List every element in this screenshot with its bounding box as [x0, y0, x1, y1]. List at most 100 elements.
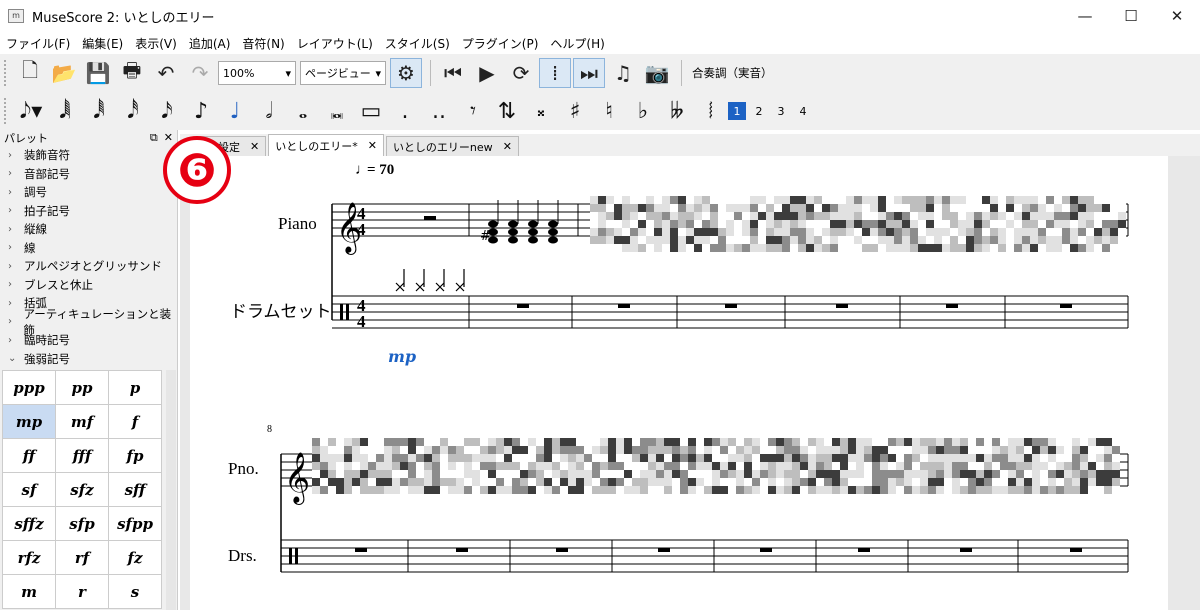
- palette-scrollbar[interactable]: [166, 370, 176, 610]
- print-icon[interactable]: 🖶: [116, 58, 148, 88]
- close-button[interactable]: ✕: [1154, 0, 1200, 32]
- note-input-mode-icon[interactable]: 𝅘𝅥𝅮▾: [14, 96, 48, 126]
- close-icon[interactable]: ✕: [503, 140, 512, 153]
- double-dot-icon[interactable]: ..: [422, 96, 456, 126]
- midi-input-icon[interactable]: ⚙: [390, 58, 422, 88]
- dynamic-cell[interactable]: fff: [56, 439, 109, 473]
- dynamic-cell[interactable]: ff: [3, 439, 56, 473]
- rewind-icon[interactable]: ⏮: [437, 58, 469, 88]
- note-16th-icon[interactable]: 𝅘𝅥𝅯: [150, 96, 184, 126]
- note-longa-icon[interactable]: ▭: [354, 96, 388, 126]
- menu-layout[interactable]: レイアウト(L): [291, 35, 379, 52]
- sharp-icon[interactable]: ♯: [558, 96, 592, 126]
- score-canvas[interactable]: ♩ = 70 Piano 𝄞 4 4 # ドラムセット 4 4 mp 8 Pno…: [180, 156, 1200, 610]
- loop-icon[interactable]: ⟳: [505, 58, 537, 88]
- close-icon[interactable]: ✕: [164, 131, 173, 144]
- palette-category[interactable]: › 装飾音符: [8, 146, 177, 165]
- play-icon[interactable]: ▶: [471, 58, 503, 88]
- dynamic-cell[interactable]: r: [56, 575, 109, 609]
- note-half-icon[interactable]: 𝅗𝅥: [252, 96, 286, 126]
- menu-view[interactable]: 表示(V): [129, 35, 183, 52]
- close-icon[interactable]: ✕: [368, 139, 377, 152]
- instrument-name-piano-short[interactable]: Pno.: [228, 459, 259, 478]
- dynamic-cell[interactable]: s: [109, 575, 162, 609]
- hihat-notes[interactable]: [395, 269, 465, 292]
- dynamic-marking[interactable]: mp: [388, 347, 416, 366]
- dynamic-cell[interactable]: m: [3, 575, 56, 609]
- open-folder-icon[interactable]: 📂: [48, 58, 80, 88]
- dynamic-cell[interactable]: ppp: [3, 371, 56, 405]
- palette-category[interactable]: › 縦線: [8, 220, 177, 239]
- rest-icon[interactable]: 𝄾: [456, 96, 490, 126]
- palette-category[interactable]: › 線: [8, 239, 177, 258]
- note-64th-icon[interactable]: 𝅘𝅥𝅱: [82, 96, 116, 126]
- dynamic-cell[interactable]: sfz: [56, 473, 109, 507]
- dynamic-cell[interactable]: sff: [109, 473, 162, 507]
- dynamic-cell[interactable]: sfpp: [109, 507, 162, 541]
- dynamic-cell[interactable]: p: [109, 371, 162, 405]
- dynamic-cell[interactable]: sf: [3, 473, 56, 507]
- palette-category[interactable]: › 調号: [8, 183, 177, 202]
- menu-notes[interactable]: 音符(N): [236, 35, 290, 52]
- menu-help[interactable]: ヘルプ(H): [544, 35, 610, 52]
- dynamic-cell[interactable]: mf: [56, 405, 109, 439]
- toolbar-handle[interactable]: [4, 98, 10, 124]
- dynamic-cell[interactable]: f: [109, 405, 162, 439]
- dynamic-cell[interactable]: pp: [56, 371, 109, 405]
- voice-4-button[interactable]: 4: [794, 102, 812, 120]
- concert-pitch-toggle[interactable]: 合奏調（実音）: [692, 65, 773, 81]
- note-quarter-icon[interactable]: ♩: [218, 96, 252, 126]
- palette-category[interactable]: › 拍子記号: [8, 202, 177, 221]
- dynamic-cell-selected[interactable]: mp: [3, 405, 56, 439]
- image-capture-icon[interactable]: 📷: [641, 58, 673, 88]
- double-flat-icon[interactable]: 𝄫: [660, 96, 694, 126]
- redo-icon[interactable]: ↷: [184, 58, 216, 88]
- dynamic-cell[interactable]: sfp: [56, 507, 109, 541]
- chord-group[interactable]: #: [480, 200, 559, 244]
- voice-2-button[interactable]: 2: [750, 102, 768, 120]
- tab-score-new[interactable]: いとしのエリーnew ✕: [385, 136, 519, 156]
- tie-icon[interactable]: 𝆃: [694, 96, 728, 126]
- menu-plugins[interactable]: プラグイン(P): [456, 35, 545, 52]
- natural-icon[interactable]: ♮: [592, 96, 626, 126]
- dynamic-cell[interactable]: rf: [56, 541, 109, 575]
- note-whole-icon[interactable]: 𝅝: [286, 96, 320, 126]
- metronome-icon[interactable]: ♫: [607, 58, 639, 88]
- view-mode-select[interactable]: ページビュー ▾: [300, 61, 386, 85]
- menu-file[interactable]: ファイル(F): [0, 35, 76, 52]
- undo-icon[interactable]: ↶: [150, 58, 182, 88]
- augmentation-dot-icon[interactable]: .: [388, 96, 422, 126]
- flat-icon[interactable]: ♭: [626, 96, 660, 126]
- tempo-mark[interactable]: = 70: [367, 162, 394, 178]
- pan-score-icon[interactable]: ⏭: [573, 58, 605, 88]
- palette-category[interactable]: › アーティキュレーションと装飾: [8, 307, 177, 337]
- instrument-name-piano[interactable]: Piano: [278, 214, 317, 233]
- double-sharp-icon[interactable]: 𝄪: [524, 96, 558, 126]
- menu-edit[interactable]: 編集(E): [76, 35, 129, 52]
- new-file-icon[interactable]: 🗋: [14, 58, 46, 88]
- dynamic-cell[interactable]: fp: [109, 439, 162, 473]
- note-eighth-icon[interactable]: ♪: [184, 96, 218, 126]
- note-32nd-icon[interactable]: 𝅘𝅥𝅰: [116, 96, 150, 126]
- voice-3-button[interactable]: 3: [772, 102, 790, 120]
- note-breve-icon[interactable]: 𝅜: [320, 96, 354, 126]
- repeat-playback-icon[interactable]: ⁞: [539, 58, 571, 88]
- palette-category[interactable]: › 音部記号: [8, 165, 177, 184]
- float-icon[interactable]: ⧉: [150, 131, 158, 144]
- instrument-name-drums[interactable]: ドラムセット: [230, 302, 332, 322]
- menu-style[interactable]: スタイル(S): [379, 35, 456, 52]
- minimize-button[interactable]: —: [1062, 0, 1108, 32]
- maximize-button[interactable]: ☐: [1108, 0, 1154, 32]
- instrument-name-drums-short[interactable]: Drs.: [228, 546, 257, 565]
- palette-category[interactable]: › ブレスと休止: [8, 276, 177, 295]
- menu-add[interactable]: 追加(A): [183, 35, 237, 52]
- save-icon[interactable]: 💾: [82, 58, 114, 88]
- tab-current-score[interactable]: いとしのエリー* ✕: [268, 134, 384, 156]
- score-page[interactable]: ♩ = 70 Piano 𝄞 4 4 # ドラムセット 4 4 mp 8 Pno…: [190, 156, 1168, 610]
- drum-staff[interactable]: [332, 295, 1129, 329]
- palette-category-dynamics[interactable]: ⌄ 強弱記号: [8, 350, 177, 369]
- whole-rest[interactable]: [424, 216, 436, 220]
- voice-1-button[interactable]: 1: [728, 102, 746, 120]
- drum-staff-2[interactable]: [281, 539, 1129, 573]
- zoom-select[interactable]: 100% ▾: [218, 61, 296, 85]
